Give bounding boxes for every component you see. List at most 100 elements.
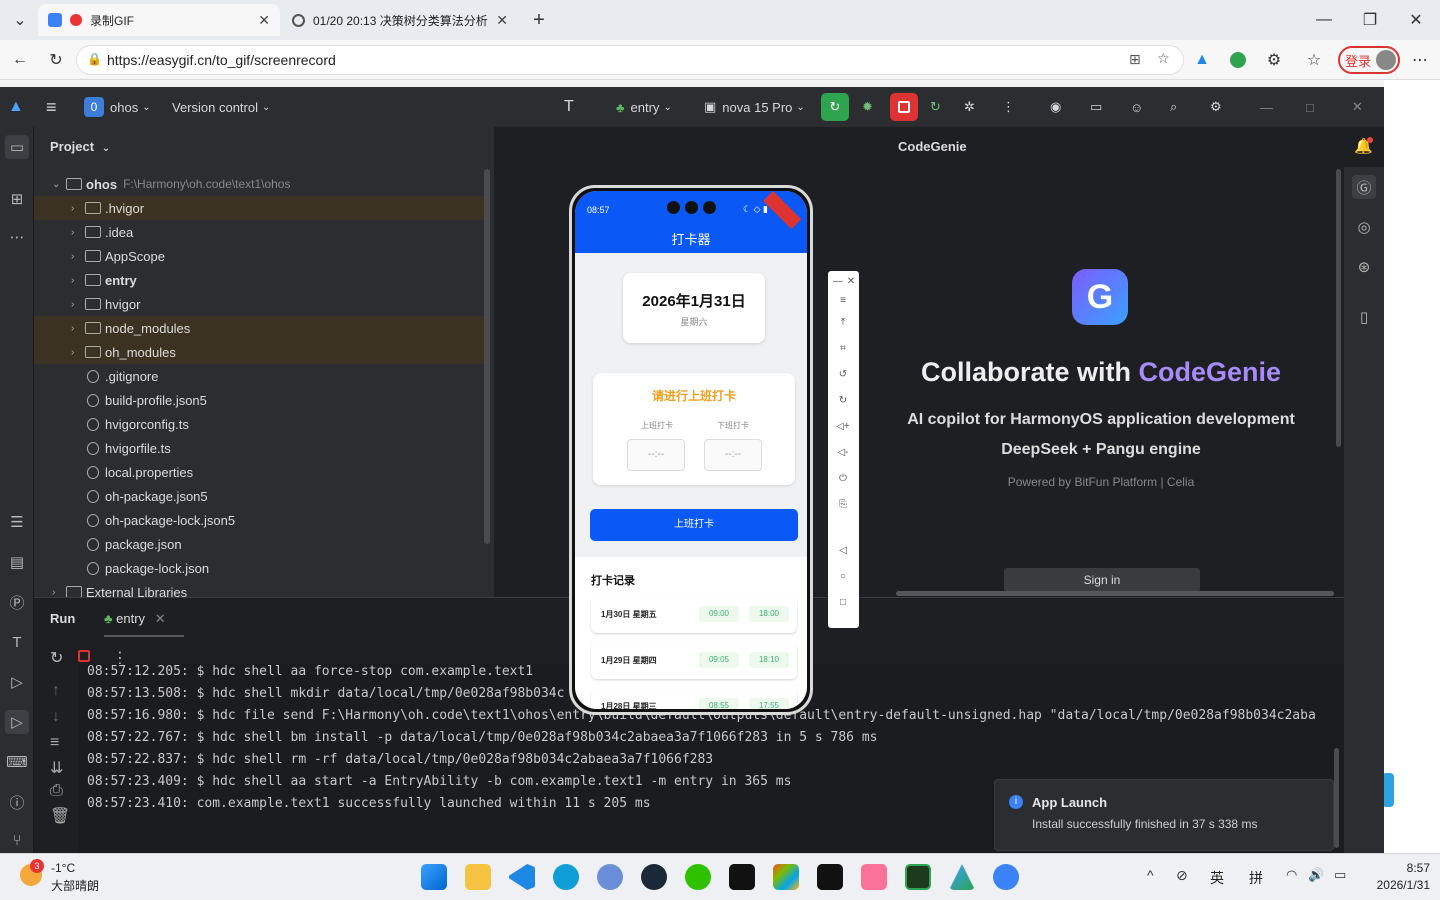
- codegenie-icon[interactable]: ◉: [1050, 87, 1061, 127]
- settings-app-icon[interactable]: [597, 864, 623, 890]
- tab-list-icon[interactable]: ⌄: [8, 8, 32, 32]
- favorites-icon[interactable]: ☆: [1302, 48, 1326, 72]
- emu-crop-icon[interactable]: ⌗: [836, 341, 850, 355]
- emu-rotate-right-icon[interactable]: ↻: [836, 393, 850, 407]
- more-tools-icon[interactable]: ⋯: [5, 225, 29, 249]
- hammer-icon[interactable]: T: [564, 87, 574, 127]
- minimize-icon[interactable]: —: [1312, 8, 1336, 32]
- login-button[interactable]: 登录: [1338, 46, 1400, 74]
- git-icon[interactable]: ⑂: [5, 828, 29, 852]
- emu-recent-icon[interactable]: □: [836, 595, 850, 609]
- profiler-icon[interactable]: Ⓟ: [5, 590, 29, 614]
- emulator-app-icon[interactable]: [993, 864, 1019, 890]
- services-icon[interactable]: ▷: [5, 670, 29, 694]
- extension-green-icon[interactable]: [1226, 48, 1250, 72]
- tree-item[interactable]: hvigorfile.ts: [34, 436, 489, 460]
- clear-log-icon[interactable]: 🗑: [50, 806, 70, 826]
- soft-wrap-icon[interactable]: ≡: [50, 734, 59, 752]
- emu-pin-icon[interactable]: ⤒: [836, 315, 850, 329]
- chevron-right-icon[interactable]: ›: [71, 275, 85, 286]
- favorite-star-icon[interactable]: ☆: [1157, 50, 1170, 67]
- more-actions-icon[interactable]: ⋮: [1002, 87, 1015, 127]
- scroll-up-icon[interactable]: ↑: [52, 682, 60, 700]
- assistant-icon[interactable]: ⊛: [1352, 255, 1376, 279]
- right-scrollbar[interactable]: [1336, 169, 1341, 447]
- tree-item[interactable]: build-profile.json5: [34, 388, 489, 412]
- ime-mode[interactable]: 拼: [1249, 868, 1263, 888]
- debug-icon[interactable]: ✹: [862, 87, 873, 127]
- vscode-icon[interactable]: [509, 864, 535, 890]
- run-tool-icon[interactable]: ▷: [5, 710, 29, 734]
- todo-icon[interactable]: ☰: [5, 510, 29, 534]
- ide-close-icon[interactable]: ✕: [1352, 87, 1363, 127]
- deveco-icon[interactable]: [949, 864, 975, 890]
- ide-minimize-icon[interactable]: —: [1260, 87, 1273, 127]
- stop-button[interactable]: [890, 93, 918, 121]
- tree-item[interactable]: package.json: [34, 532, 489, 556]
- chevron-right-icon[interactable]: ›: [71, 227, 85, 238]
- extensions-icon[interactable]: ⚙: [1262, 48, 1286, 72]
- close-tab-icon[interactable]: ✕: [258, 12, 270, 29]
- build-icon[interactable]: T: [5, 630, 29, 654]
- signin-button[interactable]: Sign in: [1004, 568, 1200, 592]
- scroll-down-icon[interactable]: ↓: [52, 708, 60, 726]
- chevron-right-icon[interactable]: ›: [52, 587, 66, 598]
- apply-changes-icon[interactable]: ↻: [930, 87, 941, 127]
- tree-item[interactable]: › entry: [34, 268, 489, 292]
- terminal-app-icon[interactable]: [905, 864, 931, 890]
- volume-icon[interactable]: 🔊: [1308, 867, 1324, 883]
- tree-item[interactable]: › hvigor: [34, 292, 489, 316]
- restore-icon[interactable]: ❐: [1358, 8, 1382, 32]
- back-icon[interactable]: ←: [8, 48, 32, 72]
- log-icon[interactable]: ▤: [5, 550, 29, 574]
- emu-volume-up-icon[interactable]: ◁+: [836, 419, 850, 433]
- rerun-icon[interactable]: ↻: [50, 648, 63, 668]
- tree-item[interactable]: hvigorconfig.ts: [34, 412, 489, 436]
- emu-minimize-icon[interactable]: —: [831, 274, 845, 288]
- tree-item[interactable]: › node_modules: [34, 316, 489, 340]
- emu-volume-down-icon[interactable]: ◁-: [836, 445, 850, 459]
- start-menu-icon[interactable]: [421, 864, 447, 890]
- device-manager-icon[interactable]: ▯: [1352, 305, 1376, 329]
- ide-maximize-icon[interactable]: □: [1306, 87, 1314, 127]
- terminal-icon[interactable]: ⌨: [5, 750, 29, 774]
- reload-icon[interactable]: ↻: [44, 48, 68, 72]
- account-icon[interactable]: ☺: [1130, 87, 1143, 127]
- chevron-right-icon[interactable]: ›: [71, 251, 85, 262]
- chevron-right-icon[interactable]: ›: [71, 323, 85, 334]
- more-menu-icon[interactable]: ⋯: [1408, 48, 1432, 72]
- search-icon[interactable]: ⌕: [1170, 87, 1177, 127]
- chevron-down-icon[interactable]: ⌄: [52, 179, 66, 190]
- tree-item[interactable]: ⌄ ohos F:\Harmony\oh.code\text1\ohos: [34, 172, 489, 196]
- tree-scrollbar[interactable]: [484, 169, 490, 544]
- run-entry-tab[interactable]: ♣ entry ✕: [104, 611, 184, 637]
- address-bar[interactable]: 🔒 https://easygif.cn/to_gif/screenrecord…: [76, 45, 1184, 75]
- bilibili-icon[interactable]: [861, 864, 887, 890]
- project-view-icon[interactable]: ▭: [5, 135, 29, 159]
- tree-item[interactable]: › .idea: [34, 220, 489, 244]
- tree-item[interactable]: oh-package-lock.json5: [34, 508, 489, 532]
- browser-tab[interactable]: 01/20 20:13 决策树分类算法分析 ✕: [282, 4, 518, 36]
- emu-back-icon[interactable]: ◁: [836, 543, 850, 557]
- wifi-icon[interactable]: ◠: [1286, 867, 1297, 883]
- emu-close-icon[interactable]: ✕: [844, 274, 858, 288]
- codegenie-side-icon[interactable]: Ⓖ: [1352, 175, 1376, 199]
- version-control-menu[interactable]: Version control ⌄: [172, 87, 270, 127]
- project-switcher[interactable]: 0 ohos ⌄: [84, 87, 151, 127]
- network-off-icon[interactable]: ⊘: [1176, 867, 1188, 884]
- edge-icon[interactable]: [553, 864, 579, 890]
- tree-item[interactable]: › AppScope: [34, 244, 489, 268]
- structure-icon[interactable]: ⊞: [5, 187, 29, 211]
- ide-app-icon[interactable]: [817, 864, 843, 890]
- clock-date[interactable]: 2026/1/31: [1362, 878, 1430, 892]
- chevron-right-icon[interactable]: ›: [71, 347, 85, 358]
- jetbrains-icon[interactable]: [729, 864, 755, 890]
- print-icon[interactable]: ⎙: [50, 782, 63, 800]
- new-tab-icon[interactable]: +: [527, 8, 551, 32]
- tree-item[interactable]: package-lock.json: [34, 556, 489, 580]
- app-launch-toast[interactable]: i App Launch Install successfully finish…: [994, 779, 1334, 851]
- attach-debugger-icon[interactable]: ✲: [964, 87, 975, 127]
- globe-icon[interactable]: ◎: [1352, 215, 1376, 239]
- file-explorer-icon[interactable]: [465, 864, 491, 890]
- app-view-icon[interactable]: ⊞: [1129, 51, 1141, 68]
